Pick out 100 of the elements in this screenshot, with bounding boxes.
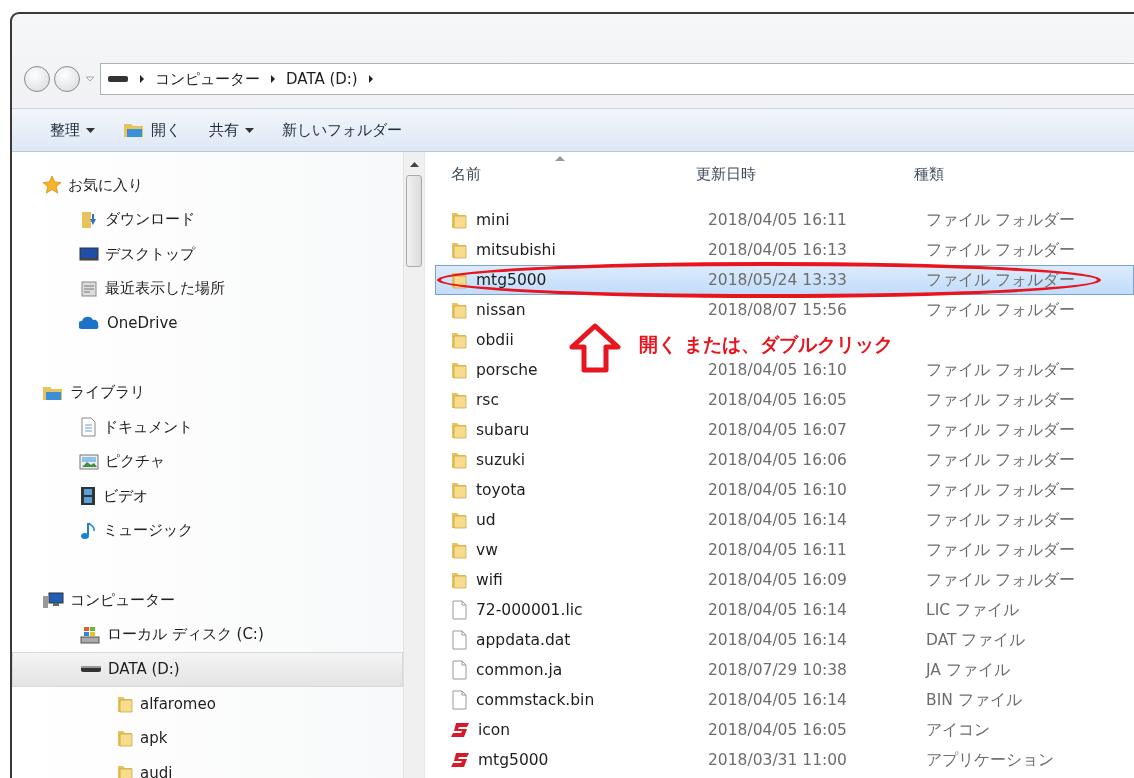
file-row[interactable]: common.ja 2018/07/29 10:38 JA ファイル <box>435 655 1134 685</box>
file-row[interactable]: icon 2018/04/05 16:05 アイコン <box>435 715 1134 745</box>
modified-date: 2018/04/05 16:14 <box>708 691 848 709</box>
file-row[interactable]: appdata.dat 2018/04/05 16:14 DAT ファイル <box>435 625 1134 655</box>
file-row[interactable]: subaru 2018/04/05 16:07 ファイル フォルダー <box>435 415 1134 445</box>
file-name: common.ja <box>476 661 563 679</box>
modified-date: 2018/04/05 16:05 <box>708 391 848 409</box>
sort-caret-icon <box>555 156 565 161</box>
file-row[interactable]: commstack.bin 2018/04/05 16:14 BIN ファイル <box>435 685 1134 715</box>
file-row[interactable]: mtg5000 2018/05/24 13:33 ファイル フォルダー <box>435 265 1134 295</box>
column-header[interactable]: 種類 <box>914 164 1134 184</box>
file-type: LIC ファイル <box>926 599 1020 621</box>
sidebar-item[interactable]: ローカル ディスク (C:) <box>12 617 403 652</box>
toolbar-button[interactable]: 新しいフォルダー <box>280 116 404 144</box>
toolbar-button[interactable]: 共有 <box>207 116 256 144</box>
chevron-icon <box>139 74 145 84</box>
file-name: ud <box>476 511 496 529</box>
file-row[interactable]: suzuki 2018/04/05 16:06 ファイル フォルダー <box>435 445 1134 475</box>
column-header[interactable]: 名前 <box>451 164 696 184</box>
file-row[interactable]: 72-000001.lic 2018/04/05 16:14 LIC ファイル <box>435 595 1134 625</box>
modified-date: 2018/04/05 16:10 <box>708 481 848 499</box>
scroll-up-icon[interactable] <box>409 162 419 167</box>
recent-places-icon <box>79 278 99 299</box>
sidebar-group[interactable]: コンピューター <box>12 583 403 618</box>
cloud-icon <box>79 315 101 332</box>
breadcrumb[interactable]: DATA (D:) <box>286 70 358 88</box>
file-type: BIN ファイル <box>926 689 1023 711</box>
sidebar-item[interactable]: apk <box>12 721 403 756</box>
folder-icon <box>450 330 468 350</box>
forward-button[interactable] <box>54 66 80 92</box>
app-icon <box>450 722 470 738</box>
modified-date: 2018/04/05 16:10 <box>708 361 848 379</box>
breadcrumb[interactable]: コンピューター <box>155 69 260 89</box>
file-row[interactable]: toyota 2018/04/05 16:10 ファイル フォルダー <box>435 475 1134 505</box>
file-row[interactable]: obdii <box>435 325 523 355</box>
file-type: ファイル フォルダー <box>926 569 1076 591</box>
toolbar-button[interactable]: 開く <box>121 116 183 144</box>
file-row[interactable]: porsche 2018/04/05 16:10 ファイル フォルダー <box>435 355 1134 385</box>
modified-date: 2018/04/05 16:13 <box>708 241 848 259</box>
file-row[interactable]: mini 2018/04/05 16:11 ファイル フォルダー <box>435 205 1134 235</box>
file-type: ファイル フォルダー <box>926 539 1076 561</box>
chevron-icon <box>367 74 374 84</box>
sidebar-item[interactable]: デスクトップ <box>12 237 403 272</box>
file-name: wifi <box>476 571 503 589</box>
sidebar-item[interactable]: OneDrive <box>12 306 403 341</box>
file-row[interactable]: mitsubishi 2018/04/05 16:13 ファイル フォルダー <box>435 235 1134 265</box>
file-type: ファイル フォルダー <box>926 359 1076 381</box>
file-name: toyota <box>476 481 526 499</box>
file-row[interactable]: rsc 2018/04/05 16:05 ファイル フォルダー <box>435 385 1134 415</box>
file-row[interactable]: wifi 2018/04/05 16:09 ファイル フォルダー <box>435 565 1134 595</box>
file-name: subaru <box>476 421 530 439</box>
file-name: suzuki <box>476 451 526 469</box>
sidebar-item[interactable]: ピクチャ <box>12 444 403 479</box>
sidebar-item[interactable]: ミュージック <box>12 513 403 548</box>
modified-date: 2018/04/05 16:14 <box>708 601 848 619</box>
modified-date: 2018/05/24 13:33 <box>708 271 848 289</box>
sidebar-item[interactable]: audi <box>12 755 403 778</box>
file-row[interactable]: mtg5000 2018/03/31 11:00 アプリケーション <box>435 745 1134 775</box>
modified-date: 2018/04/05 16:05 <box>708 721 848 739</box>
address-bar[interactable]: コンピューター DATA (D:) <box>100 63 1134 95</box>
modified-date: 2018/07/29 10:38 <box>708 661 848 679</box>
download-folder-icon <box>79 209 99 230</box>
file-icon <box>450 600 468 620</box>
folder-icon <box>450 480 468 500</box>
file-icon <box>450 630 468 650</box>
modified-date: 2018/04/05 16:06 <box>708 451 848 469</box>
modified-date: 2018/04/05 16:11 <box>708 211 848 229</box>
sidebar-item[interactable]: ドキュメント <box>12 410 403 445</box>
sidebar-item[interactable]: alfaromeo <box>12 686 403 721</box>
folder-icon <box>450 210 468 230</box>
sidebar-group[interactable]: ライブラリ <box>12 375 403 410</box>
folder-icon <box>450 510 468 530</box>
file-name: vw <box>476 541 498 559</box>
file-name: rsc <box>476 391 499 409</box>
file-row[interactable]: nissan 2018/08/07 15:56 ファイル フォルダー <box>435 295 1134 325</box>
file-name: appdata.dat <box>476 631 571 649</box>
toolbar-button[interactable]: 整理 <box>48 116 97 144</box>
file-type: ファイル フォルダー <box>926 449 1076 471</box>
folder-icon <box>450 300 468 320</box>
music-note-icon <box>79 520 97 541</box>
file-name: obdii <box>476 331 514 349</box>
sidebar-item[interactable]: 最近表示した場所 <box>12 271 403 306</box>
file-name: 72-000001.lic <box>476 601 583 619</box>
file-name: mitsubishi <box>476 241 556 259</box>
scroll-thumb[interactable] <box>406 175 422 267</box>
sidebar-item[interactable]: ダウンロード <box>12 202 403 237</box>
modified-date: 2018/08/07 15:56 <box>708 301 848 319</box>
file-type: ファイル フォルダー <box>926 509 1076 531</box>
history-dropdown[interactable] <box>84 74 96 84</box>
sidebar-item[interactable]: ビデオ <box>12 479 403 514</box>
sidebar-item[interactable]: DATA (D:) <box>12 652 403 687</box>
folder-icon <box>450 570 468 590</box>
column-header[interactable]: 更新日時 <box>696 164 914 184</box>
file-row[interactable]: ud 2018/04/05 16:14 ファイル フォルダー <box>435 505 1134 535</box>
file-row[interactable]: vw 2018/04/05 16:11 ファイル フォルダー <box>435 535 1134 565</box>
modified-date: 2018/04/05 16:09 <box>708 571 848 589</box>
sidebar-group[interactable]: お気に入り <box>12 168 403 203</box>
modified-date: 2018/04/05 16:11 <box>708 541 848 559</box>
back-button[interactable] <box>24 66 50 92</box>
computer-icon <box>42 591 64 610</box>
